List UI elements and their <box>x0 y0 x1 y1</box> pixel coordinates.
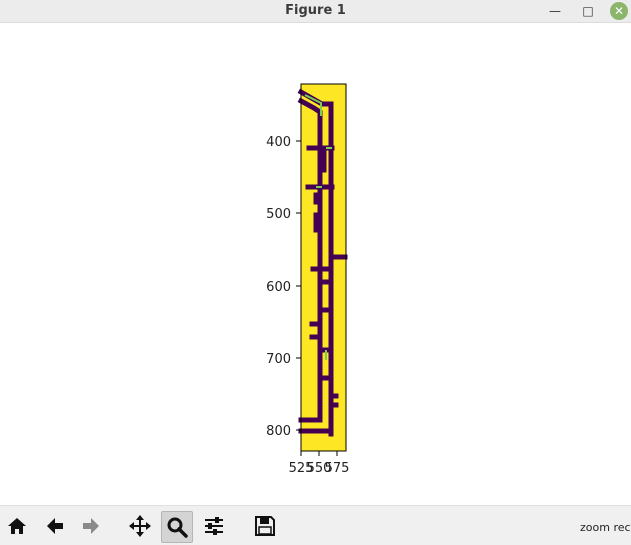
navigation-toolbar: zoom rect <box>0 505 631 545</box>
x-tick-label: 575 <box>325 461 350 476</box>
pan-button[interactable] <box>125 511 155 541</box>
arrow-right-icon <box>83 518 99 534</box>
close-button[interactable]: ✕ <box>610 2 628 20</box>
zoom-button[interactable] <box>161 511 193 543</box>
magnifier-icon <box>167 517 188 538</box>
forward-button[interactable] <box>76 511 106 541</box>
arrow-left-icon <box>47 518 63 534</box>
y-tick-label: 800 <box>266 424 291 439</box>
home-icon <box>8 518 26 534</box>
figure-canvas[interactable]: 400 500 600 700 800 525 550 575 <box>0 23 631 505</box>
minimize-button[interactable]: — <box>546 2 564 20</box>
save-button[interactable] <box>250 511 280 541</box>
maximize-button[interactable]: □ <box>579 2 597 20</box>
window-title: Figure 1 <box>285 3 346 18</box>
y-tick-label: 500 <box>266 207 291 222</box>
toolbar-status-text: zoom rect <box>580 521 631 534</box>
y-axis <box>296 140 301 431</box>
x-axis <box>300 451 338 456</box>
y-tick-label: 600 <box>266 280 291 295</box>
plot-svg: 400 500 600 700 800 525 550 575 <box>266 83 350 476</box>
move-icon <box>129 515 151 537</box>
floppy-icon <box>255 516 275 536</box>
sliders-icon <box>205 517 223 535</box>
back-button[interactable] <box>40 511 70 541</box>
y-tick-label: 400 <box>266 135 291 150</box>
configure-subplots-button[interactable] <box>199 511 229 541</box>
y-tick-label: 700 <box>266 352 291 367</box>
home-button[interactable] <box>2 511 32 541</box>
window-titlebar: Figure 1 — □ ✕ <box>0 0 631 23</box>
